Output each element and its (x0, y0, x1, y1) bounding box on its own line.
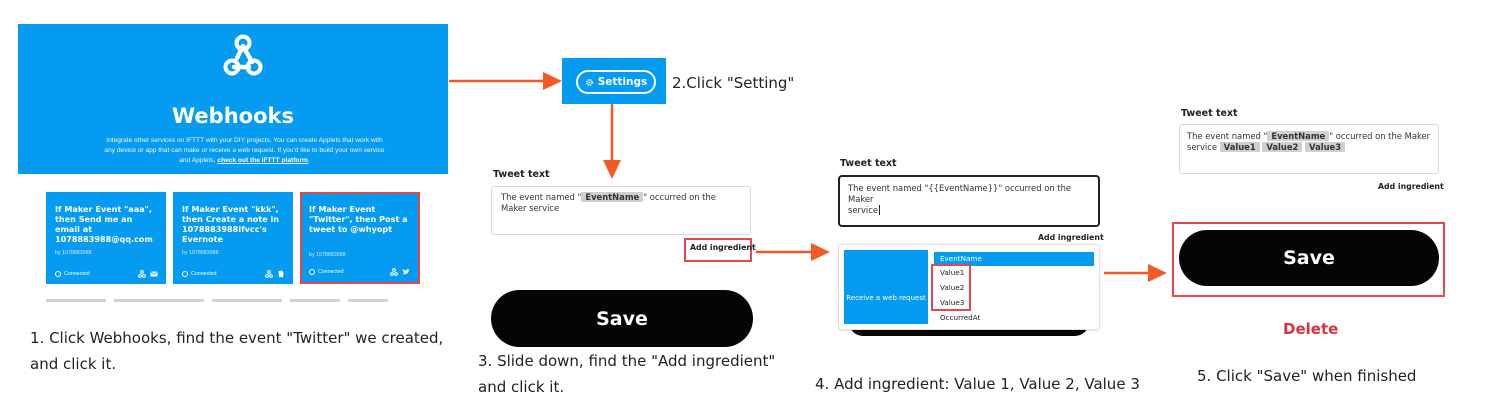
tweet-text-field[interactable]: The event named " EventName " occurred on … (491, 186, 751, 235)
tweet-text-line2: service Value1 Value2 Value3 (1187, 142, 1431, 153)
tweet-text-service: service (1187, 142, 1217, 152)
email-icon (150, 271, 158, 277)
text-cursor: ​ (879, 205, 880, 215)
step1-caption: 1. Click Webhooks, find the event "Twitt… (30, 325, 443, 377)
tweet-text-line2: service​ (848, 205, 1090, 216)
applet-status: Connected (55, 271, 90, 277)
save-button-label: Save (596, 307, 648, 330)
add-ingredient-link[interactable]: Add ingredient (1378, 182, 1444, 191)
webhooks-service-header[interactable]: Webhooks Integrate other services on IFT… (18, 24, 448, 174)
step3-caption-line2: and click it. (478, 378, 565, 396)
applet-title: If Maker Event "kkk", then Create a note… (182, 204, 280, 244)
status-text: Connected (191, 271, 217, 277)
ingredient-pill-value3[interactable]: Value3 (1305, 142, 1346, 152)
service-title: Webhooks (172, 104, 294, 128)
step4-caption: 4. Add ingredient: Value 1, Value 2, Val… (815, 375, 1140, 393)
blurred-footer-text (46, 292, 416, 303)
tweet-text-line1: The event named "{{EventName}}" occurred… (848, 183, 1072, 204)
webhooks-icon (390, 268, 398, 276)
ingredient-pill-eventname[interactable]: EventName (581, 192, 644, 202)
applet-title: If Maker Event "aaa", then Send me an em… (55, 204, 153, 244)
ingredient-option-occurredat[interactable]: OccurredAt (934, 311, 1094, 325)
twitter-icon (402, 269, 410, 275)
add-ingredient-link[interactable]: Add ingredient (690, 243, 756, 252)
save-button-label: Save (1283, 247, 1335, 269)
tweet-text-prefix: The event named " (1187, 131, 1268, 141)
ingredient-pill-value2[interactable]: Value2 (1262, 142, 1303, 152)
applet-card-kkk[interactable]: If Maker Event "kkk", then Create a note… (173, 192, 293, 284)
step1-caption-line1: 1. Click Webhooks, find the event "Twitt… (30, 329, 444, 347)
save-button[interactable]: Save (1179, 230, 1439, 286)
webhooks-logo-icon (223, 34, 263, 76)
status-ring-icon (55, 271, 61, 277)
webhooks-icon (265, 270, 273, 278)
tweet-text-label: Tweet text (1181, 108, 1238, 119)
step3-caption-line1: 3. Slide down, find the "Add ingredient" (478, 352, 776, 370)
status-ring-icon (309, 269, 315, 275)
applet-card-aaa[interactable]: If Maker Event "aaa", then Send me an em… (46, 192, 166, 284)
settings-button[interactable]: Settings (576, 70, 656, 94)
applet-title: If Maker Event "Twitter", then Post a tw… (309, 204, 408, 234)
applet-status: Connected (182, 271, 217, 277)
delete-button[interactable]: Delete (1283, 320, 1338, 338)
step2-caption: 2.Click "Setting" (672, 74, 795, 92)
tweet-text-prefix: The event named " (501, 192, 582, 202)
step5-caption: 5. Click "Save" when finished (1197, 367, 1417, 385)
applet-author: by 1078883988 (182, 250, 219, 256)
tweet-text-field-focused[interactable]: The event named "{{EventName}}" occurred… (838, 175, 1100, 227)
tweet-text-suffix: " occurred on the Maker (1329, 131, 1431, 141)
applet-card-twitter[interactable]: If Maker Event "Twitter", then Post a tw… (300, 192, 420, 284)
tweet-text-label: Tweet text (840, 158, 897, 169)
status-text: Connected (318, 269, 344, 275)
webhooks-icon (138, 270, 146, 278)
gear-icon (585, 78, 593, 86)
applet-status: Connected (309, 269, 344, 275)
add-ingredient-link[interactable]: Add ingredient (1038, 233, 1104, 242)
tweet-text-line2-text: service (848, 205, 878, 215)
applet-author: by 1078883988 (55, 250, 92, 256)
evernote-icon (278, 270, 284, 278)
values-highlight (931, 264, 971, 311)
ingredient-pill-value1[interactable]: Value1 (1219, 142, 1260, 152)
ingredient-pill-eventname[interactable]: EventName (1267, 131, 1330, 141)
trigger-receive-web-request[interactable]: Receive a web request (844, 250, 928, 324)
status-ring-icon (182, 271, 188, 277)
status-text: Connected (64, 271, 90, 277)
tweet-text-label: Tweet text (493, 169, 550, 180)
tweet-text-field[interactable]: The event named " EventName " occurred on … (1179, 124, 1439, 174)
step1-caption-line2: and click it. (30, 355, 117, 373)
service-description: Integrate other services on IFTTT with y… (104, 137, 385, 164)
settings-button-label: Settings (597, 76, 648, 88)
step3-caption: 3. Slide down, find the "Add ingredient"… (478, 348, 775, 400)
ifttt-platform-link[interactable]: check out the IFTTT platform (217, 157, 307, 164)
tweet-text-line1: The event named " EventName " occurred on … (1187, 131, 1431, 142)
save-button[interactable]: Save (491, 290, 753, 347)
applet-author: by 1078883988 (309, 252, 346, 258)
